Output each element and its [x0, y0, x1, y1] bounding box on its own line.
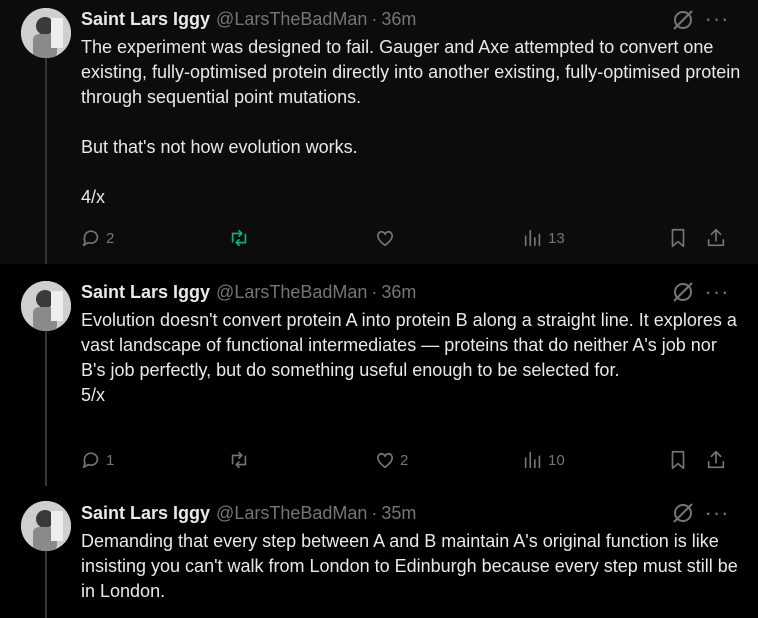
share-icon	[707, 450, 725, 469]
reply-icon	[82, 452, 99, 469]
separator: ·	[371, 281, 378, 302]
author-name[interactable]: Saint Lars Iggy	[81, 503, 210, 524]
like-count: 2	[400, 451, 409, 469]
timestamp[interactable]: 36m	[381, 282, 416, 303]
reply-count: 1	[106, 451, 115, 469]
tweet-header: Saint Lars Iggy @LarsTheBadMan · 35m	[81, 503, 416, 523]
share-button[interactable]	[705, 446, 727, 474]
reply-button[interactable]: 1	[80, 446, 114, 474]
bookmark-icon	[671, 450, 685, 470]
avatar[interactable]	[21, 8, 71, 58]
like-button[interactable]: 2	[374, 446, 408, 474]
share-button[interactable]	[705, 224, 727, 252]
more-options-icon[interactable]: ···	[704, 281, 730, 305]
heart-icon	[376, 230, 394, 247]
heart-icon	[376, 452, 394, 469]
repost-icon	[231, 451, 247, 469]
bookmark-button[interactable]	[667, 446, 689, 474]
views-button[interactable]: 10	[522, 446, 565, 474]
author-handle[interactable]: @LarsTheBadMan	[216, 503, 367, 524]
author-name[interactable]: Saint Lars Iggy	[81, 9, 210, 30]
action-bar: 2 13	[0, 224, 758, 252]
tweet-text: The experiment was designed to fail. Gau…	[81, 37, 741, 207]
author-name[interactable]: Saint Lars Iggy	[81, 282, 210, 303]
tweet-1[interactable]: Saint Lars Iggy @LarsTheBadMan · 36m ···…	[0, 0, 758, 264]
timestamp[interactable]: 36m	[381, 9, 416, 30]
grok-icon[interactable]	[671, 501, 695, 525]
avatar[interactable]	[21, 501, 71, 551]
repost-button[interactable]	[228, 224, 250, 252]
avatar[interactable]	[21, 281, 71, 331]
separator: ·	[371, 502, 378, 523]
view-count: 10	[548, 451, 565, 469]
bookmark-icon	[671, 228, 685, 248]
repost-button[interactable]	[228, 446, 250, 474]
more-options-icon[interactable]: ···	[704, 502, 730, 526]
tweet-text: Evolution doesn't convert protein A into…	[81, 310, 737, 405]
tweet-3[interactable]: Saint Lars Iggy @LarsTheBadMan · 35m ···…	[0, 486, 758, 618]
thread-line	[45, 544, 47, 618]
tweet-header: Saint Lars Iggy @LarsTheBadMan · 36m	[81, 9, 416, 29]
author-handle[interactable]: @LarsTheBadMan	[216, 9, 367, 30]
grok-icon[interactable]	[671, 280, 695, 304]
reply-button[interactable]: 2	[80, 224, 114, 252]
timestamp[interactable]: 35m	[381, 503, 416, 524]
repost-icon	[231, 229, 247, 247]
author-handle[interactable]: @LarsTheBadMan	[216, 282, 367, 303]
tweet-header: Saint Lars Iggy @LarsTheBadMan · 36m	[81, 282, 416, 302]
reply-count: 2	[106, 229, 115, 247]
views-button[interactable]: 13	[522, 224, 565, 252]
share-icon	[707, 228, 725, 247]
tweet-text: Demanding that every step between A and …	[81, 531, 743, 601]
views-icon	[524, 229, 541, 247]
more-options-icon[interactable]: ···	[704, 8, 730, 32]
tweet-2[interactable]: Saint Lars Iggy @LarsTheBadMan · 36m ···…	[0, 264, 758, 486]
separator: ·	[371, 8, 378, 29]
like-button[interactable]	[374, 224, 396, 252]
bookmark-button[interactable]	[667, 224, 689, 252]
action-bar: 1 2 10	[0, 446, 758, 474]
reply-icon	[82, 230, 99, 247]
view-count: 13	[548, 229, 565, 247]
views-icon	[524, 451, 541, 469]
grok-icon[interactable]	[671, 8, 695, 32]
